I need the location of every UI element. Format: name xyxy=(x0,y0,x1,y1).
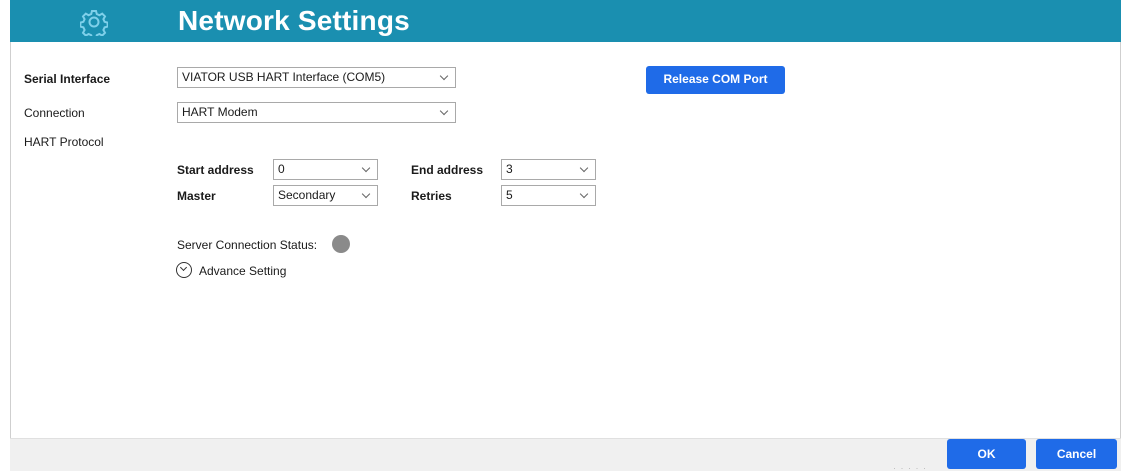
master-select[interactable]: Secondary xyxy=(273,185,378,206)
master-value: Secondary xyxy=(278,188,336,202)
server-connection-status-label: Server Connection Status: xyxy=(177,238,318,252)
ok-button[interactable]: OK xyxy=(947,439,1026,469)
chevron-down-icon xyxy=(439,71,449,81)
serial-interface-label: Serial Interface xyxy=(24,72,111,86)
chevron-down-icon xyxy=(361,163,371,173)
start-address-select[interactable]: 0 xyxy=(273,159,378,180)
start-address-label: Start address xyxy=(177,163,254,177)
faint-text: · · · · · xyxy=(893,463,927,473)
end-address-select[interactable]: 3 xyxy=(501,159,596,180)
chevron-down-icon xyxy=(439,106,449,116)
start-address-value: 0 xyxy=(278,162,285,176)
connection-value: HART Modem xyxy=(182,105,258,119)
retries-label: Retries xyxy=(411,189,452,203)
serial-interface-value: VIATOR USB HART Interface (COM5) xyxy=(182,70,386,84)
chevron-down-icon xyxy=(361,189,371,199)
connection-label: Connection xyxy=(24,106,85,120)
header-bar: Network Settings xyxy=(10,0,1121,42)
chevron-down-icon xyxy=(579,189,589,199)
end-address-value: 3 xyxy=(506,162,513,176)
master-label: Master xyxy=(177,189,216,203)
chevron-down-circle-icon[interactable] xyxy=(176,262,192,278)
end-address-label: End address xyxy=(411,163,484,177)
advance-setting-toggle[interactable]: Advance Setting xyxy=(199,264,286,278)
chevron-down-icon xyxy=(579,163,589,173)
frame-left-border xyxy=(10,42,11,438)
retries-value: 5 xyxy=(506,188,513,202)
page-title: Network Settings xyxy=(178,5,410,36)
status-indicator xyxy=(332,235,350,253)
cancel-button[interactable]: Cancel xyxy=(1036,439,1117,469)
serial-interface-select[interactable]: VIATOR USB HART Interface (COM5) xyxy=(177,67,456,88)
hart-protocol-label: HART Protocol xyxy=(24,135,104,149)
connection-select[interactable]: HART Modem xyxy=(177,102,456,123)
release-com-port-button[interactable]: Release COM Port xyxy=(646,66,785,94)
gear-icon xyxy=(80,10,108,36)
retries-select[interactable]: 5 xyxy=(501,185,596,206)
